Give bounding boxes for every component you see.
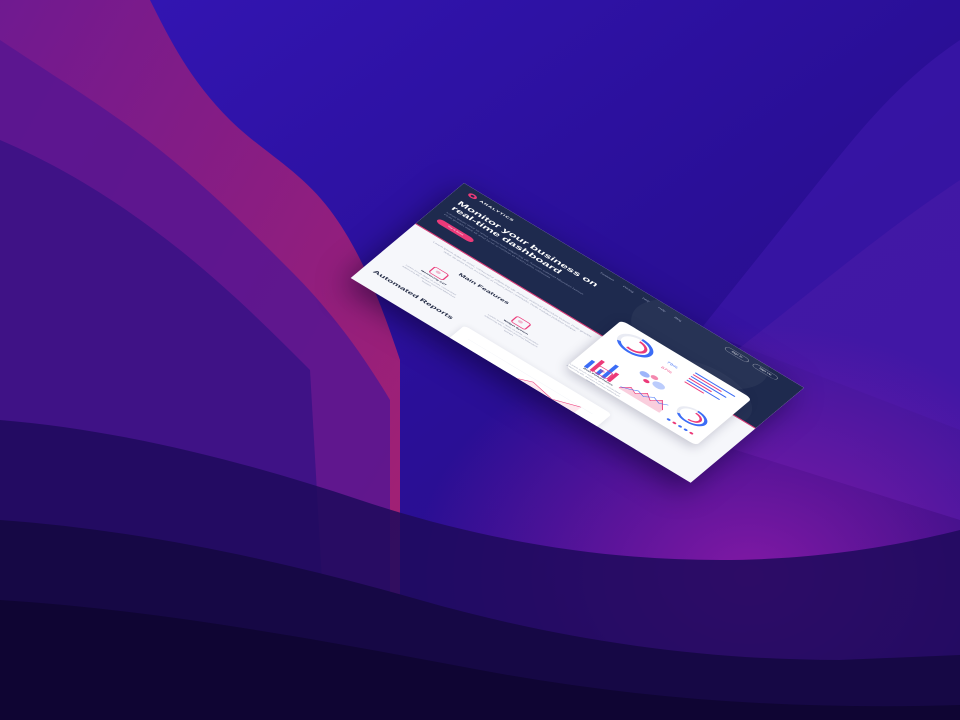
logo-icon (466, 192, 479, 201)
ring-chart (676, 406, 708, 427)
background-landscape (0, 0, 960, 720)
feature-name: Widget System (502, 319, 529, 336)
bubble-chart (639, 371, 665, 390)
nav-item-pricing[interactable]: Pricing (622, 286, 634, 294)
nav-item-features[interactable]: Features (600, 272, 615, 281)
